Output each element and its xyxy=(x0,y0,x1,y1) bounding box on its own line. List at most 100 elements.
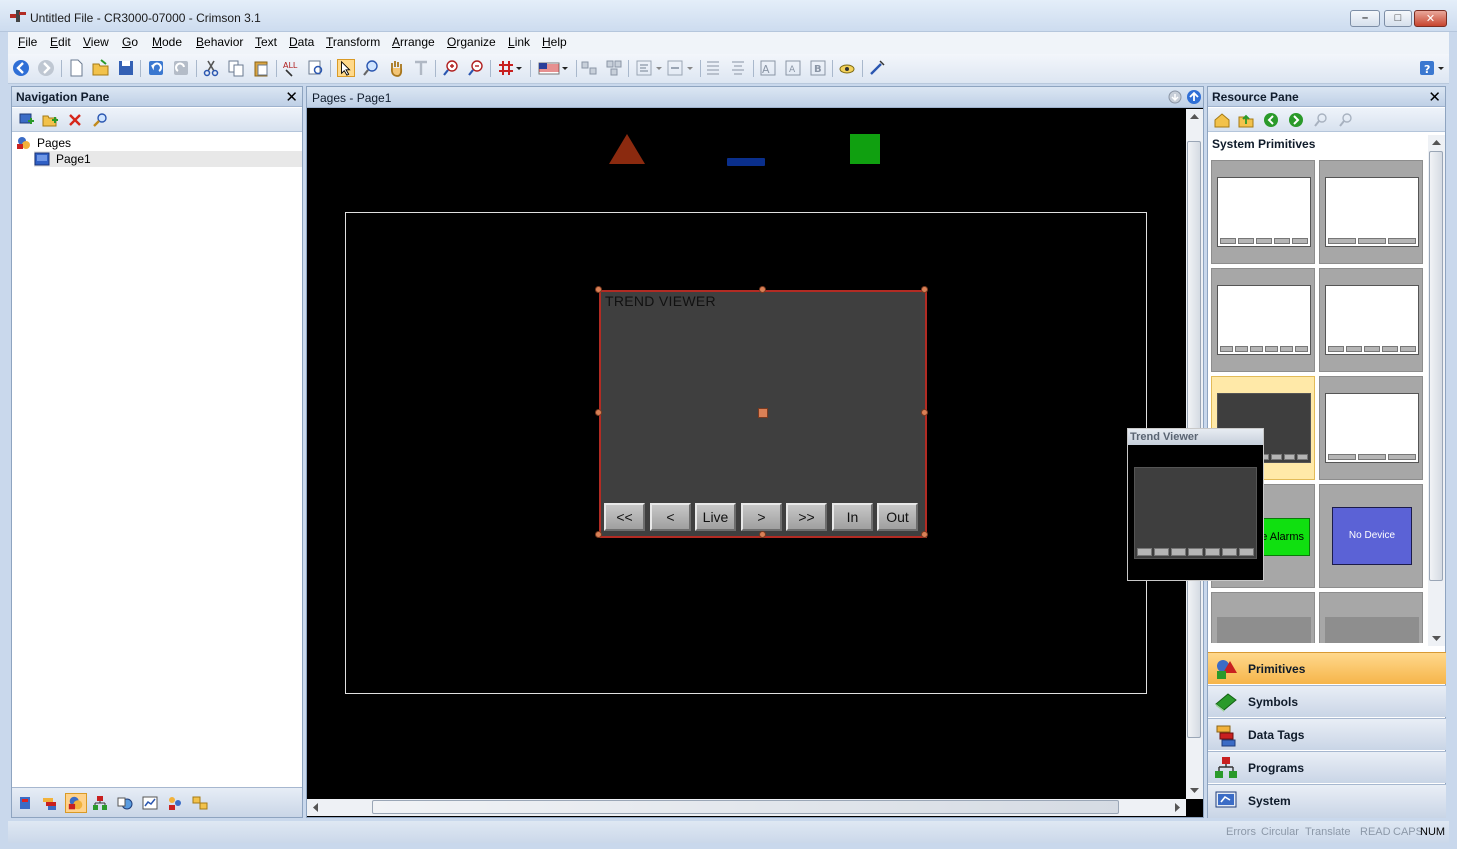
primitive-tile[interactable] xyxy=(1211,160,1315,264)
ungroup-icon[interactable] xyxy=(605,59,623,77)
trend-rewind-button[interactable]: < xyxy=(650,503,691,531)
menu-view[interactable]: View xyxy=(83,35,109,49)
menu-mode[interactable]: Mode xyxy=(152,35,182,49)
resize-handle[interactable] xyxy=(595,286,602,293)
close-button[interactable]: ✕ xyxy=(1414,10,1447,27)
resource-scroll-up-icon[interactable] xyxy=(1432,139,1441,146)
resize-handle[interactable] xyxy=(921,409,928,416)
primitive-tile[interactable] xyxy=(1319,268,1423,372)
distribute-dropdown-icon[interactable] xyxy=(685,59,695,77)
resource-vertical-scrollbar[interactable] xyxy=(1428,135,1445,646)
scroll-left-icon[interactable] xyxy=(312,803,319,812)
devices-category-icon[interactable] xyxy=(17,795,33,811)
language-flag-icon[interactable] xyxy=(538,59,560,77)
menu-transform[interactable]: Transform xyxy=(326,35,380,49)
trend-zoom-in-button[interactable]: In xyxy=(832,503,873,531)
distribute-icon[interactable] xyxy=(666,59,684,77)
bold-icon[interactable]: B xyxy=(809,59,827,77)
center-handle[interactable] xyxy=(758,408,768,418)
editor-horizontal-scrollbar[interactable] xyxy=(307,799,1186,816)
menu-link[interactable]: Link xyxy=(508,35,530,49)
hide-icon[interactable] xyxy=(838,59,856,77)
menu-file[interactable]: File xyxy=(18,35,37,49)
resource-forward-icon[interactable] xyxy=(1288,112,1304,128)
properties-icon[interactable] xyxy=(92,112,108,128)
resize-handle[interactable] xyxy=(921,531,928,538)
help-icon[interactable]: ? xyxy=(1418,59,1436,77)
triangle-shape[interactable] xyxy=(607,132,647,166)
maximize-button[interactable]: □ xyxy=(1384,10,1412,27)
select-all-icon[interactable]: ALL xyxy=(282,59,300,77)
display-pages-category-icon[interactable] xyxy=(65,793,87,813)
primitive-tile[interactable] xyxy=(1319,592,1423,643)
category-primitives[interactable]: Primitives xyxy=(1208,652,1446,684)
zoom-out-icon[interactable] xyxy=(467,59,485,77)
open-folder-icon[interactable] xyxy=(92,59,110,77)
primitive-tile[interactable] xyxy=(1319,376,1423,480)
paste-icon[interactable] xyxy=(252,59,270,77)
copy-icon[interactable] xyxy=(227,59,245,77)
resource-scroll-down-icon[interactable] xyxy=(1432,635,1441,642)
category-data-tags[interactable]: Data Tags xyxy=(1208,718,1446,750)
pointer-tool-icon[interactable] xyxy=(337,59,355,77)
category-symbols[interactable]: Symbols xyxy=(1208,685,1446,717)
align-icon[interactable] xyxy=(635,59,653,77)
horizontal-scroll-thumb[interactable] xyxy=(372,800,1119,814)
undo-icon[interactable] xyxy=(147,59,165,77)
font-larger-icon[interactable]: A xyxy=(759,59,777,77)
menu-behavior[interactable]: Behavior xyxy=(196,35,243,49)
resource-back-icon[interactable] xyxy=(1263,112,1279,128)
grid-icon[interactable] xyxy=(497,59,515,77)
scroll-down-icon[interactable] xyxy=(1190,787,1199,794)
resize-handle[interactable] xyxy=(759,286,766,293)
new-file-icon[interactable] xyxy=(67,59,85,77)
category-system[interactable]: System xyxy=(1208,784,1446,818)
navigate-up-icon[interactable] xyxy=(1186,89,1202,105)
close-navigation-pane-icon[interactable]: ✕ xyxy=(285,88,298,106)
new-page-icon[interactable] xyxy=(18,112,34,128)
grid-dropdown-icon[interactable] xyxy=(514,59,524,77)
language-dropdown-icon[interactable] xyxy=(560,59,570,77)
resize-handle[interactable] xyxy=(595,531,602,538)
resource-zoom-out-icon[interactable] xyxy=(1338,112,1354,128)
resize-handle[interactable] xyxy=(759,531,766,538)
group-icon[interactable] xyxy=(580,59,598,77)
menu-organize[interactable]: Organize xyxy=(447,35,496,49)
font-smaller-icon[interactable]: A xyxy=(784,59,802,77)
trend-forward-fast-button[interactable]: >> xyxy=(786,503,827,531)
send-backward-icon[interactable] xyxy=(729,59,747,77)
square-shape[interactable] xyxy=(850,134,880,164)
find-icon[interactable] xyxy=(307,59,325,77)
zoom-in-icon[interactable] xyxy=(442,59,460,77)
resize-handle[interactable] xyxy=(921,286,928,293)
menu-help[interactable]: Help xyxy=(542,35,567,49)
bar-shape[interactable] xyxy=(727,158,765,166)
tree-item-page1[interactable]: Page1 xyxy=(34,151,302,167)
save-icon[interactable] xyxy=(117,59,135,77)
delete-icon[interactable] xyxy=(67,112,83,128)
primitive-tile[interactable] xyxy=(1319,160,1423,264)
text-tool-icon[interactable] xyxy=(412,59,430,77)
forward-icon[interactable] xyxy=(37,59,55,77)
trend-forward-button[interactable]: > xyxy=(741,503,782,531)
data-logger-category-icon[interactable] xyxy=(142,795,158,811)
programs-category-icon[interactable] xyxy=(92,795,108,811)
pan-tool-icon[interactable] xyxy=(387,59,405,77)
help-dropdown-icon[interactable] xyxy=(1436,59,1446,77)
menu-text[interactable]: Text xyxy=(255,35,277,49)
cut-icon[interactable] xyxy=(202,59,220,77)
resource-zoom-in-icon[interactable] xyxy=(1313,112,1329,128)
tree-item-pages[interactable]: Pages xyxy=(16,135,302,151)
trend-zoom-out-button[interactable]: Out xyxy=(877,503,918,531)
web-server-category-icon[interactable] xyxy=(117,795,133,811)
resource-scroll-thumb[interactable] xyxy=(1429,151,1443,581)
trend-live-button[interactable]: Live xyxy=(695,503,736,531)
zoom-tool-icon[interactable] xyxy=(362,59,380,77)
tags-category-icon[interactable] xyxy=(42,795,58,811)
close-resource-pane-icon[interactable]: ✕ xyxy=(1428,88,1441,106)
trend-rewind-fast-button[interactable]: << xyxy=(604,503,645,531)
resize-handle[interactable] xyxy=(595,409,602,416)
resource-up-folder-icon[interactable] xyxy=(1238,112,1254,128)
menu-arrange[interactable]: Arrange xyxy=(392,35,435,49)
category-programs[interactable]: Programs xyxy=(1208,751,1446,783)
